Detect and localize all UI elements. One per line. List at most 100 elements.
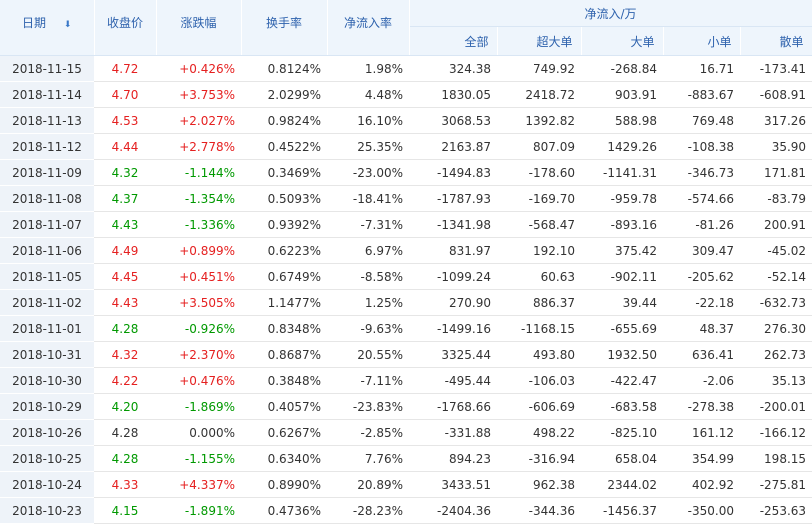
cell-retail: -83.79 — [740, 185, 812, 212]
cell-close: 4.45 — [94, 263, 156, 290]
cell-turnover: 2.0299% — [241, 81, 327, 108]
cell-retail: 171.81 — [740, 159, 812, 186]
cell-small: -883.67 — [663, 81, 740, 108]
cell-turnover: 0.3469% — [241, 159, 327, 186]
header-net-inflow-rate[interactable]: 净流入率 — [327, 0, 410, 56]
cell-all: -1787.93 — [409, 185, 497, 212]
cell-date: 2018-11-05 — [0, 263, 94, 290]
header-small[interactable]: 小单 — [663, 26, 741, 56]
header-change-pct[interactable]: 涨跌幅 — [156, 0, 242, 56]
cell-turnover: 0.4057% — [241, 393, 327, 420]
cell-date: 2018-11-07 — [0, 211, 94, 238]
cell-small: -278.38 — [663, 393, 740, 420]
cell-small: 48.37 — [663, 315, 740, 342]
cell-super-large: -169.70 — [497, 185, 581, 212]
cell-date: 2018-10-24 — [0, 471, 94, 498]
header-retail[interactable]: 散单 — [740, 26, 812, 56]
cell-large: 903.91 — [581, 81, 663, 108]
cell-close: 4.72 — [94, 55, 156, 82]
cell-close: 4.43 — [94, 211, 156, 238]
cell-net-inflow-rate: 6.97% — [327, 237, 409, 264]
cell-change-pct: -0.926% — [156, 315, 241, 342]
header-turnover[interactable]: 换手率 — [241, 0, 328, 56]
cell-large: -655.69 — [581, 315, 663, 342]
cell-date: 2018-11-13 — [0, 107, 94, 134]
cell-all: -1499.16 — [409, 315, 497, 342]
cell-close: 4.37 — [94, 185, 156, 212]
cell-close: 4.28 — [94, 445, 156, 472]
table-row: 2018-10-31 4.32 +2.370% 0.8687% 20.55% 3325.4… — [0, 341, 812, 368]
cell-close: 4.49 — [94, 237, 156, 264]
cell-large: 1932.50 — [581, 341, 663, 368]
cell-super-large: -178.60 — [497, 159, 581, 186]
cell-super-large: -106.03 — [497, 367, 581, 394]
cell-small: 769.48 — [663, 107, 740, 134]
cell-close: 4.53 — [94, 107, 156, 134]
cell-large: 39.44 — [581, 289, 663, 316]
cell-small: -205.62 — [663, 263, 740, 290]
cell-net-inflow-rate: 1.98% — [327, 55, 409, 82]
cell-super-large: 192.10 — [497, 237, 581, 264]
table-row: 2018-10-29 4.20 -1.869% 0.4057% -23.83% -1768… — [0, 393, 812, 420]
cell-change-pct: +3.505% — [156, 289, 241, 316]
cell-super-large: 2418.72 — [497, 81, 581, 108]
cell-all: 3068.53 — [409, 107, 497, 134]
cell-retail: 317.26 — [740, 107, 812, 134]
header-all[interactable]: 全部 — [409, 26, 498, 56]
cell-net-inflow-rate: 16.10% — [327, 107, 409, 134]
cell-turnover: 0.9392% — [241, 211, 327, 238]
header-large[interactable]: 大单 — [581, 26, 664, 56]
cell-small: 309.47 — [663, 237, 740, 264]
cell-turnover: 0.4522% — [241, 133, 327, 160]
cell-all: 324.38 — [409, 55, 497, 82]
cell-change-pct: +3.753% — [156, 81, 241, 108]
cell-all: -331.88 — [409, 419, 497, 446]
cell-change-pct: +2.778% — [156, 133, 241, 160]
cell-large: -683.58 — [581, 393, 663, 420]
cell-small: -108.38 — [663, 133, 740, 160]
cell-retail: -166.12 — [740, 419, 812, 446]
cell-super-large: 807.09 — [497, 133, 581, 160]
header-super-large[interactable]: 超大单 — [497, 26, 582, 56]
cell-large: 658.04 — [581, 445, 663, 472]
cell-net-inflow-rate: -23.00% — [327, 159, 409, 186]
table-row: 2018-11-05 4.45 +0.451% 0.6749% -8.58% -1099.… — [0, 263, 812, 290]
cell-large: -893.16 — [581, 211, 663, 238]
cell-close: 4.70 — [94, 81, 156, 108]
table-row: 2018-11-02 4.43 +3.505% 1.1477% 1.25% 270.90 8… — [0, 289, 812, 316]
cell-net-inflow-rate: 20.55% — [327, 341, 409, 368]
cell-date: 2018-11-12 — [0, 133, 94, 160]
cell-date: 2018-10-26 — [0, 419, 94, 446]
cell-all: -1494.83 — [409, 159, 497, 186]
cell-net-inflow-rate: -7.31% — [327, 211, 409, 238]
cell-large: -902.11 — [581, 263, 663, 290]
cell-change-pct: +0.426% — [156, 55, 241, 82]
table-row: 2018-11-15 4.72 +0.426% 0.8124% 1.98% 324.38 7… — [0, 55, 812, 82]
cell-change-pct: +4.337% — [156, 471, 241, 498]
header-date[interactable]: 日期 ⬇ — [0, 0, 95, 56]
table-row: 2018-11-12 4.44 +2.778% 0.4522% 25.35% 2163.8… — [0, 133, 812, 160]
arrow-down-icon[interactable]: ⬇ — [64, 20, 72, 30]
cell-all: 270.90 — [409, 289, 497, 316]
cell-small: -574.66 — [663, 185, 740, 212]
cell-all: -2404.36 — [409, 497, 497, 524]
cell-large: -268.84 — [581, 55, 663, 82]
cell-retail: -52.14 — [740, 263, 812, 290]
table-row: 2018-10-30 4.22 +0.476% 0.3848% -7.11% -495.4… — [0, 367, 812, 394]
cell-retail: 276.30 — [740, 315, 812, 342]
cell-super-large: -1168.15 — [497, 315, 581, 342]
cell-turnover: 0.8687% — [241, 341, 327, 368]
cell-turnover: 0.6340% — [241, 445, 327, 472]
header-net-inflow-group: 净流入/万 — [409, 0, 812, 27]
cell-all: 894.23 — [409, 445, 497, 472]
cell-super-large: 493.80 — [497, 341, 581, 368]
cell-date: 2018-11-14 — [0, 81, 94, 108]
cell-super-large: 1392.82 — [497, 107, 581, 134]
cell-net-inflow-rate: -8.58% — [327, 263, 409, 290]
cell-date: 2018-11-06 — [0, 237, 94, 264]
cell-turnover: 0.8348% — [241, 315, 327, 342]
table-row: 2018-11-14 4.70 +3.753% 2.0299% 4.48% 1830.05… — [0, 81, 812, 108]
cell-small: -22.18 — [663, 289, 740, 316]
cell-change-pct: +0.899% — [156, 237, 241, 264]
header-close[interactable]: 收盘价 — [94, 0, 157, 56]
